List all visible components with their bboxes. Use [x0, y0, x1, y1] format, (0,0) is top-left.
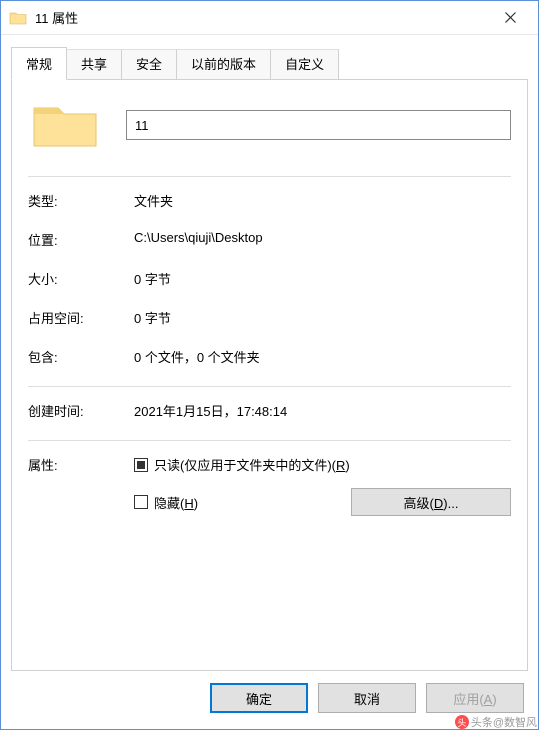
- hidden-label[interactable]: 隐藏(H): [154, 493, 198, 512]
- tab-general[interactable]: 常规: [11, 47, 67, 80]
- window-title: 11 属性: [35, 8, 490, 27]
- label-type: 类型:: [28, 191, 134, 210]
- label-attributes: 属性:: [28, 455, 134, 516]
- apply-button[interactable]: 应用(A): [426, 683, 524, 713]
- value-contains: 0 个文件，0 个文件夹: [134, 347, 511, 366]
- name-row: [28, 98, 511, 152]
- name-input[interactable]: [126, 110, 511, 140]
- watermark: 头 头条@数智风: [455, 714, 537, 730]
- value-size-on-disk: 0 字节: [134, 308, 511, 327]
- folder-icon: [9, 11, 27, 25]
- label-location: 位置:: [28, 230, 134, 249]
- tab-panel-general: 类型: 文件夹 位置: C:\Users\qiuji\Desktop 大小: 0…: [11, 79, 528, 671]
- row-type: 类型: 文件夹: [28, 191, 511, 210]
- tab-customize[interactable]: 自定义: [270, 49, 339, 79]
- tabs: 常规 共享 安全 以前的版本 自定义: [11, 47, 528, 79]
- attributes-section: 属性: 只读(仅应用于文件夹中的文件)(R) 隐藏(H) 高级(D)...: [28, 455, 511, 516]
- cancel-button[interactable]: 取消: [318, 683, 416, 713]
- row-location: 位置: C:\Users\qiuji\Desktop: [28, 230, 511, 249]
- checkbox-row-readonly: 只读(仅应用于文件夹中的文件)(R): [134, 455, 511, 474]
- hidden-checkbox[interactable]: [134, 495, 148, 509]
- close-icon: [505, 12, 516, 23]
- watermark-icon: 头: [455, 715, 469, 729]
- row-size: 大小: 0 字节: [28, 269, 511, 288]
- label-contains: 包含:: [28, 347, 134, 366]
- readonly-checkbox[interactable]: [134, 458, 148, 472]
- properties-dialog: 11 属性 常规 共享 安全 以前的版本 自定义: [0, 0, 539, 730]
- close-button[interactable]: [490, 4, 530, 32]
- checkbox-row-hidden: 隐藏(H): [134, 493, 198, 512]
- tab-previous-versions[interactable]: 以前的版本: [176, 49, 271, 79]
- folder-icon-large: [28, 98, 102, 152]
- divider: [28, 440, 511, 441]
- row-created: 创建时间: 2021年1月15日，17:48:14: [28, 401, 511, 420]
- ok-button[interactable]: 确定: [210, 683, 308, 713]
- row-contains: 包含: 0 个文件，0 个文件夹: [28, 347, 511, 366]
- label-size-on-disk: 占用空间:: [28, 308, 134, 327]
- advanced-button[interactable]: 高级(D)...: [351, 488, 511, 516]
- label-size: 大小:: [28, 269, 134, 288]
- tab-sharing[interactable]: 共享: [66, 49, 122, 79]
- value-location: C:\Users\qiuji\Desktop: [134, 230, 511, 249]
- row-size-on-disk: 占用空间: 0 字节: [28, 308, 511, 327]
- label-created: 创建时间:: [28, 401, 134, 420]
- divider: [28, 386, 511, 387]
- watermark-text: 头条@数智风: [471, 714, 537, 730]
- titlebar: 11 属性: [1, 1, 538, 35]
- bottom-bar: 确定 取消 应用(A) 头 头条@数智风: [1, 671, 538, 729]
- value-size: 0 字节: [134, 269, 511, 288]
- divider: [28, 176, 511, 177]
- value-created: 2021年1月15日，17:48:14: [134, 401, 511, 420]
- value-type: 文件夹: [134, 191, 511, 210]
- readonly-label[interactable]: 只读(仅应用于文件夹中的文件)(R): [154, 455, 350, 474]
- content-area: 常规 共享 安全 以前的版本 自定义 类型: 文件夹: [1, 35, 538, 671]
- tab-security[interactable]: 安全: [121, 49, 177, 79]
